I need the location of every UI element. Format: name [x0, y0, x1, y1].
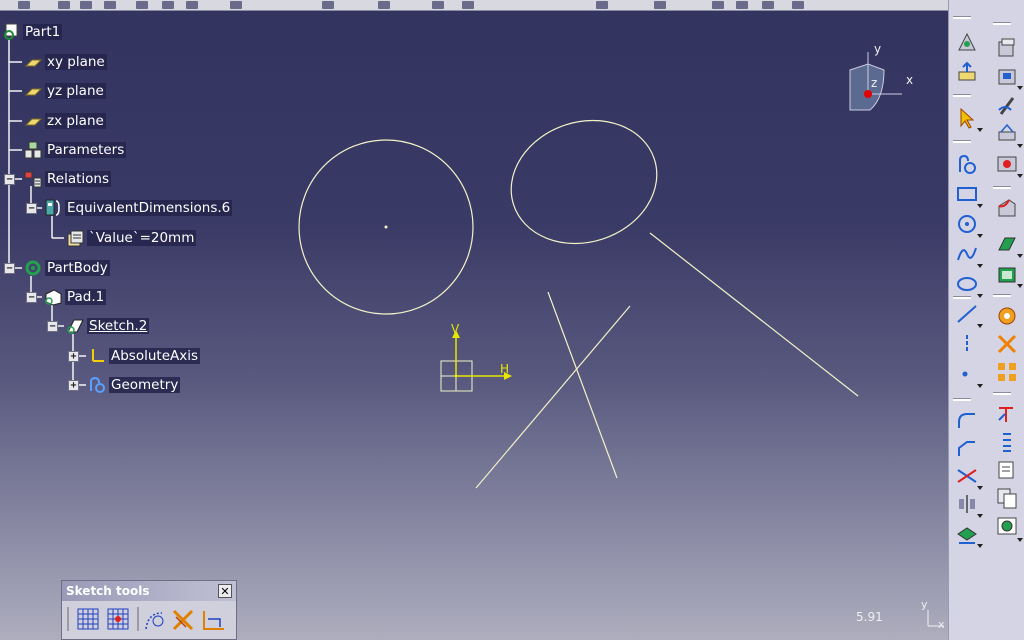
geometrical-constraints-icon[interactable]	[145, 612, 164, 630]
trim-icon[interactable]	[955, 464, 979, 488]
right-workbench-toolbar	[948, 0, 1024, 640]
sketch-line[interactable]	[547, 291, 618, 479]
mini-axis-x-label: x	[938, 618, 945, 631]
snap-to-point-icon[interactable]	[77, 608, 99, 630]
hole-icon[interactable]	[995, 152, 1019, 176]
profile-icon[interactable]	[955, 152, 979, 176]
shell-icon[interactable]	[995, 262, 1019, 286]
point-icon[interactable]	[955, 362, 979, 386]
workbench-icon[interactable]	[955, 30, 979, 54]
exit-workbench-icon[interactable]	[955, 60, 979, 84]
compass[interactable]: y x z	[840, 40, 920, 120]
compass-x-label: x	[906, 73, 913, 87]
rib-icon[interactable]	[995, 122, 1019, 146]
circle-center-point[interactable]	[384, 225, 388, 229]
pad-feature-icon[interactable]	[995, 36, 1019, 60]
line-icon[interactable]	[955, 302, 979, 326]
mirror-feature-icon[interactable]	[995, 332, 1019, 356]
auto-constraint-icon[interactable]	[203, 611, 224, 630]
edge-fillet-icon[interactable]	[995, 196, 1019, 220]
chamfer-icon[interactable]	[955, 436, 979, 460]
mini-axis-y-label: y	[921, 598, 928, 611]
axis-line-icon[interactable]	[955, 332, 979, 356]
circle-icon[interactable]	[955, 212, 979, 236]
rectangle-icon[interactable]	[955, 182, 979, 206]
draft-angle-icon[interactable]	[995, 232, 1019, 256]
construction-elements-icon[interactable]	[107, 608, 129, 630]
compass-y-label: y	[874, 42, 881, 56]
mini-axis-triad: y x	[921, 598, 945, 631]
project-3d-elements-icon[interactable]	[955, 522, 979, 546]
sketch-line[interactable]	[649, 232, 859, 397]
spline-icon[interactable]	[955, 242, 979, 266]
sketch-tools-title: Sketch tools	[66, 584, 150, 598]
dimensional-constraints-icon[interactable]	[172, 609, 194, 631]
pattern-icon[interactable]	[995, 360, 1019, 384]
translation-icon[interactable]	[995, 304, 1019, 328]
apply-material-icon[interactable]	[995, 514, 1019, 538]
zoom-readout: 5.91	[856, 610, 883, 624]
sketch-ellipse[interactable]	[495, 102, 673, 262]
close-icon[interactable]: ✕	[218, 584, 232, 598]
compass-z-label: z	[871, 76, 877, 90]
sketch-line[interactable]	[475, 305, 631, 489]
3d-viewport[interactable]: − − − − − + + Part1 xy plane yz plane zx…	[0, 0, 948, 640]
pocket-icon[interactable]	[995, 64, 1019, 88]
sketch-geometry-layer: V H	[298, 102, 859, 489]
sketch-h-axis-label: H	[500, 362, 509, 376]
sketch-origin-axis[interactable]	[440, 330, 512, 392]
sketch-tools-title-bar[interactable]: Sketch tools ✕	[62, 581, 236, 601]
shaft-icon[interactable]	[995, 94, 1019, 118]
compass-handle-icon[interactable]	[864, 90, 872, 98]
catalog-icon[interactable]	[995, 486, 1019, 510]
ellipse-icon[interactable]	[955, 272, 979, 296]
constraint-icon[interactable]	[995, 402, 1019, 426]
measure-icon[interactable]	[995, 430, 1019, 454]
formula-icon[interactable]	[995, 458, 1019, 482]
corner-icon[interactable]	[955, 408, 979, 432]
mirror-icon[interactable]	[955, 492, 979, 516]
sketch-v-axis-label: V	[451, 322, 460, 336]
sketch-tools-toolbar[interactable]: Sketch tools ✕	[61, 580, 237, 640]
select-arrow-icon[interactable]	[955, 106, 979, 130]
